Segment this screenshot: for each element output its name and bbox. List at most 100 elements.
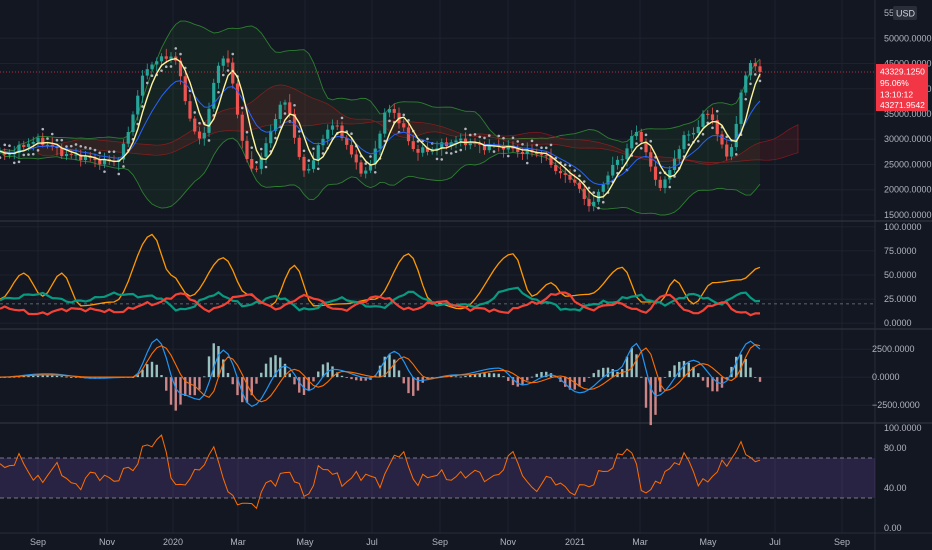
psar-dot	[221, 73, 225, 77]
candle-body	[663, 179, 667, 188]
macd-histogram-bar	[701, 377, 705, 381]
macd-histogram-bar	[754, 377, 757, 378]
time-tick-label: May	[296, 537, 314, 547]
time-tick-label: Jul	[769, 537, 781, 547]
macd-histogram-bar	[393, 359, 396, 378]
macd-tick-label: 0.0000	[872, 372, 900, 382]
psar-dot	[264, 165, 268, 169]
candle-body	[302, 156, 306, 171]
candle-body	[701, 113, 705, 127]
candle-body	[245, 140, 249, 159]
currency-label[interactable]: USD	[896, 9, 916, 19]
time-tick-label: Mar	[230, 537, 246, 547]
candle-body	[744, 75, 748, 93]
candle-body	[758, 66, 762, 72]
macd-histogram-bar	[32, 375, 35, 378]
psar-dot	[445, 151, 448, 155]
macd-histogram-bar	[340, 375, 344, 378]
psar-dot	[459, 148, 463, 152]
psar-dot	[644, 133, 648, 137]
candle-body	[639, 131, 643, 142]
rsi-tick-label: 40.00	[884, 483, 907, 493]
psar-dot	[468, 133, 472, 137]
candle-body	[7, 154, 12, 156]
psar-dot	[715, 109, 719, 113]
time-tick-label: May	[699, 537, 717, 547]
macd-histogram-bar	[464, 376, 467, 378]
chart-root: 50000.000045000.000040000.000035000.0000…	[0, 0, 932, 550]
candle-body	[188, 101, 192, 119]
macd-histogram-bar	[179, 377, 182, 405]
macd-histogram-bar	[459, 376, 462, 378]
psar-dot	[582, 180, 586, 183]
psar-dot	[483, 136, 486, 140]
psar-dot	[521, 142, 524, 146]
macd-histogram-bar	[687, 362, 690, 378]
candle-body	[378, 133, 382, 149]
psar-dot	[388, 119, 391, 123]
adx-tick-label: 0.0000	[884, 318, 912, 328]
macd-histogram-bar	[507, 377, 510, 381]
psar-dot	[473, 133, 477, 136]
candle-body	[202, 132, 206, 139]
psar-dot	[60, 138, 64, 142]
psar-dot	[174, 47, 178, 50]
adx-tick-label: 100.0000	[884, 222, 922, 232]
macd-histogram-bar	[41, 375, 44, 378]
psar-dot	[255, 161, 258, 164]
macd-histogram-bar	[640, 376, 643, 378]
candle-body	[140, 75, 145, 96]
candle-body	[159, 56, 164, 62]
macd-histogram-bar	[355, 377, 358, 381]
psar-dot	[117, 172, 121, 176]
psar-dot	[145, 81, 149, 85]
psar-dot	[98, 151, 102, 155]
candle-body	[582, 188, 586, 200]
candle-body	[235, 83, 240, 115]
candle-body	[672, 158, 677, 170]
psar-dot	[544, 146, 548, 150]
macd-histogram-bar	[264, 363, 268, 378]
psar-dot	[744, 97, 748, 101]
psar-dot	[587, 186, 591, 190]
macd-histogram-bar	[397, 370, 401, 378]
candle-body	[620, 159, 624, 161]
macd-histogram-bar	[644, 377, 648, 408]
candle-body	[221, 58, 225, 66]
psar-dot	[601, 200, 605, 204]
candle-body	[729, 147, 734, 157]
price-tick-label: 30000.0000	[884, 134, 932, 144]
macd-histogram-bar	[521, 377, 524, 385]
candle-body	[330, 125, 335, 130]
time-tick-label: Mar	[632, 537, 648, 547]
macd-histogram-bar	[207, 356, 211, 378]
chart-canvas[interactable]: 50000.000045000.000040000.000035000.0000…	[0, 0, 932, 550]
candle-body	[326, 129, 330, 139]
psar-dot	[658, 171, 662, 175]
psar-dot	[530, 139, 534, 143]
candle-body	[691, 132, 696, 135]
psar-dot	[497, 134, 501, 138]
psar-dot	[696, 139, 700, 143]
psar-dot	[27, 153, 30, 156]
psar-dot	[506, 154, 510, 158]
time-tick-label: 2020	[163, 537, 183, 547]
psar-dot	[65, 145, 68, 148]
psar-dot	[84, 146, 87, 149]
adx-tick-label: 50.0000	[884, 270, 917, 280]
candle-body	[544, 155, 548, 157]
candle-body	[354, 154, 358, 163]
psar-dot	[36, 149, 40, 152]
psar-dot	[549, 143, 553, 147]
psar-dot	[312, 147, 315, 150]
psar-dot	[41, 127, 45, 131]
macd-histogram-bar	[188, 377, 192, 396]
psar-dot	[511, 136, 515, 140]
candle-body	[349, 144, 354, 155]
psar-dot	[639, 146, 643, 150]
candle-body	[226, 58, 230, 63]
macd-histogram-bar	[245, 377, 249, 403]
psar-dot	[293, 103, 296, 107]
price-tick-label: 20000.0000	[884, 185, 932, 195]
candle-body	[278, 104, 282, 119]
